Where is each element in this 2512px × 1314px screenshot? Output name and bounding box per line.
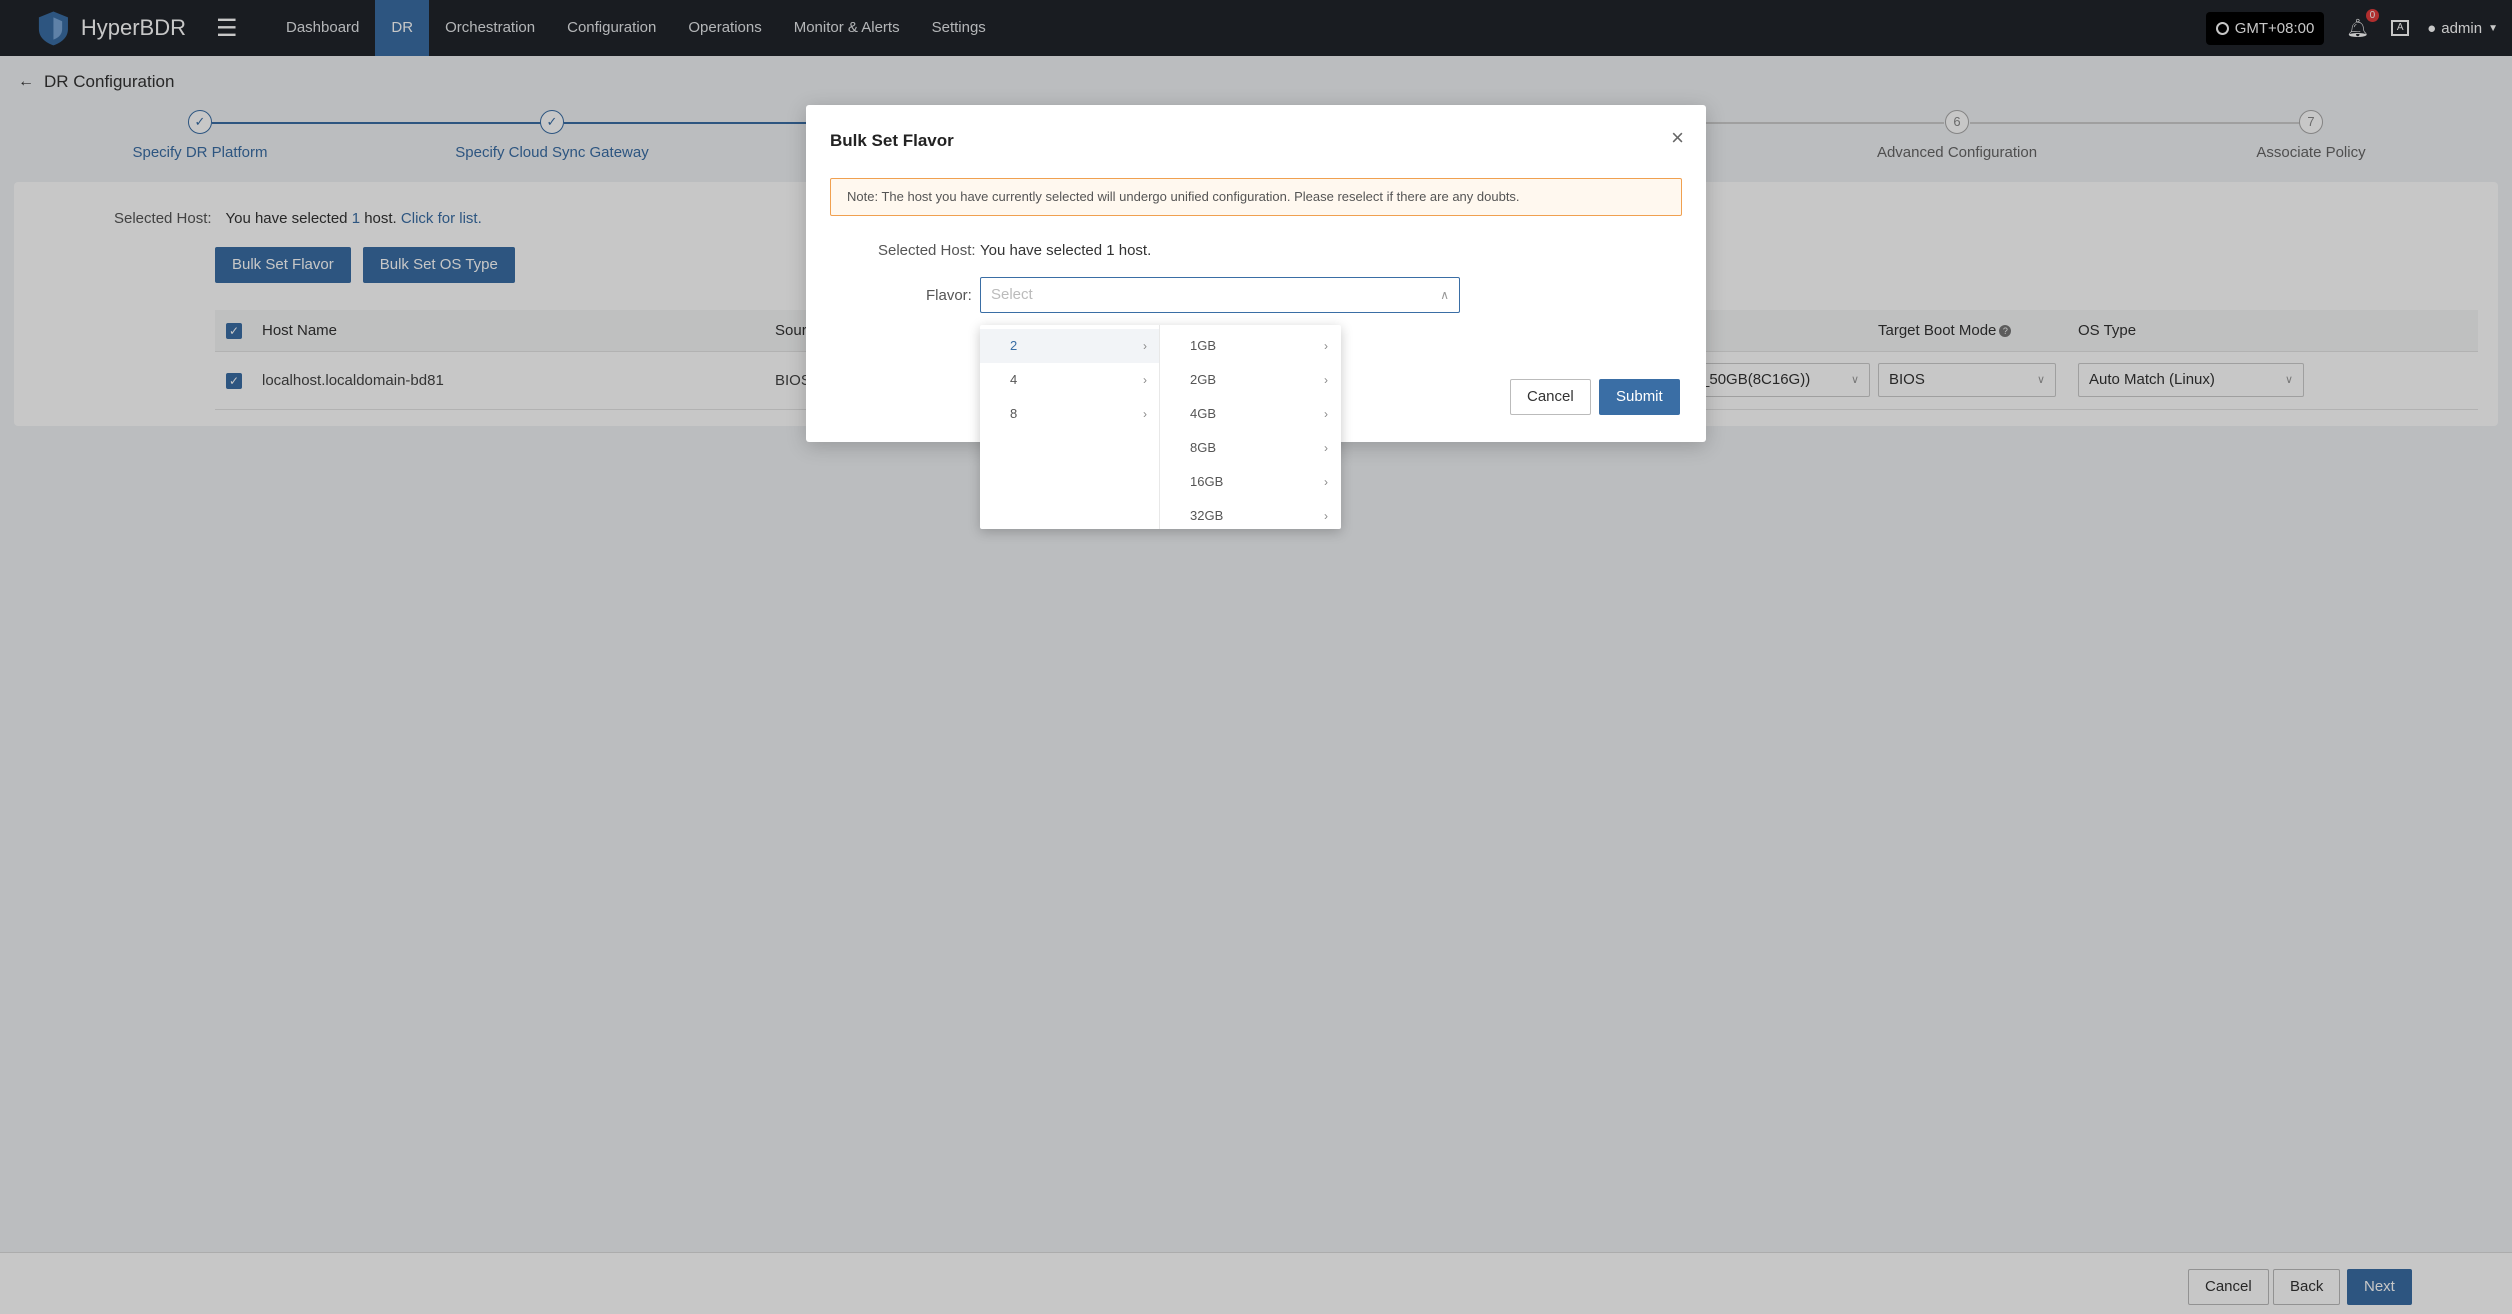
memory-option[interactable]: 32GB › [1160, 499, 1340, 529]
memory-option-label: 32GB [1190, 508, 1224, 523]
memory-option[interactable]: 2GB › [1160, 363, 1340, 397]
chevron-right-icon: › [1324, 373, 1328, 387]
modal-selected-host-value: You have selected 1 host. [980, 242, 1151, 259]
cpu-option[interactable]: 8 › [980, 397, 1159, 431]
chevron-right-icon: › [1324, 441, 1328, 455]
chevron-up-icon: ∧ [1440, 288, 1449, 302]
chevron-right-icon: › [1143, 339, 1147, 353]
cpu-option-label: 4 [1010, 372, 1018, 387]
memory-option-label: 4GB [1190, 406, 1217, 421]
memory-option-label: 8GB [1190, 440, 1217, 455]
memory-option[interactable]: 16GB › [1160, 465, 1340, 499]
memory-options-column: 1GB › 2GB › 4GB › 8GB › 16GB › 32GB › [1160, 325, 1340, 529]
memory-option-label: 1GB [1190, 338, 1217, 353]
memory-option-label: 16GB [1190, 474, 1224, 489]
flavor-placeholder: Select [991, 286, 1033, 303]
flavor-cascader-dropdown: 2 › 4 › 8 › 1GB › 2GB › 4GB › 8GB › 16GB › 32GB › [980, 325, 1341, 529]
chevron-right-icon: › [1324, 339, 1328, 353]
memory-option-label: 2GB [1190, 372, 1217, 387]
modal-title: Bulk Set Flavor [830, 131, 954, 150]
close-icon[interactable]: × [1671, 125, 1684, 151]
memory-option[interactable]: 1GB › [1160, 329, 1340, 363]
flavor-label: Flavor: [926, 287, 972, 304]
modal-submit-button[interactable]: Submit [1599, 379, 1680, 415]
modal-selected-host-label: Selected Host: [878, 242, 976, 259]
memory-option[interactable]: 4GB › [1160, 397, 1340, 431]
cpu-option-label: 2 [1010, 338, 1018, 353]
cpu-options-column: 2 › 4 › 8 › [980, 325, 1160, 529]
chevron-right-icon: › [1143, 373, 1147, 387]
modal-cancel-button[interactable]: Cancel [1510, 379, 1591, 415]
chevron-right-icon: › [1143, 407, 1147, 421]
notice-banner: Note: The host you have currently select… [830, 178, 1682, 216]
selected-host-value: You have selected 1 host. [980, 242, 1152, 259]
cpu-option-label: 8 [1010, 406, 1018, 421]
flavor-cascader-input[interactable]: Select ∧ [980, 277, 1460, 313]
cpu-option[interactable]: 2 › [980, 329, 1159, 363]
chevron-right-icon: › [1324, 509, 1328, 523]
cpu-option[interactable]: 4 › [980, 363, 1159, 397]
memory-option[interactable]: 8GB › [1160, 431, 1340, 465]
chevron-right-icon: › [1324, 475, 1328, 489]
chevron-right-icon: › [1324, 407, 1328, 421]
